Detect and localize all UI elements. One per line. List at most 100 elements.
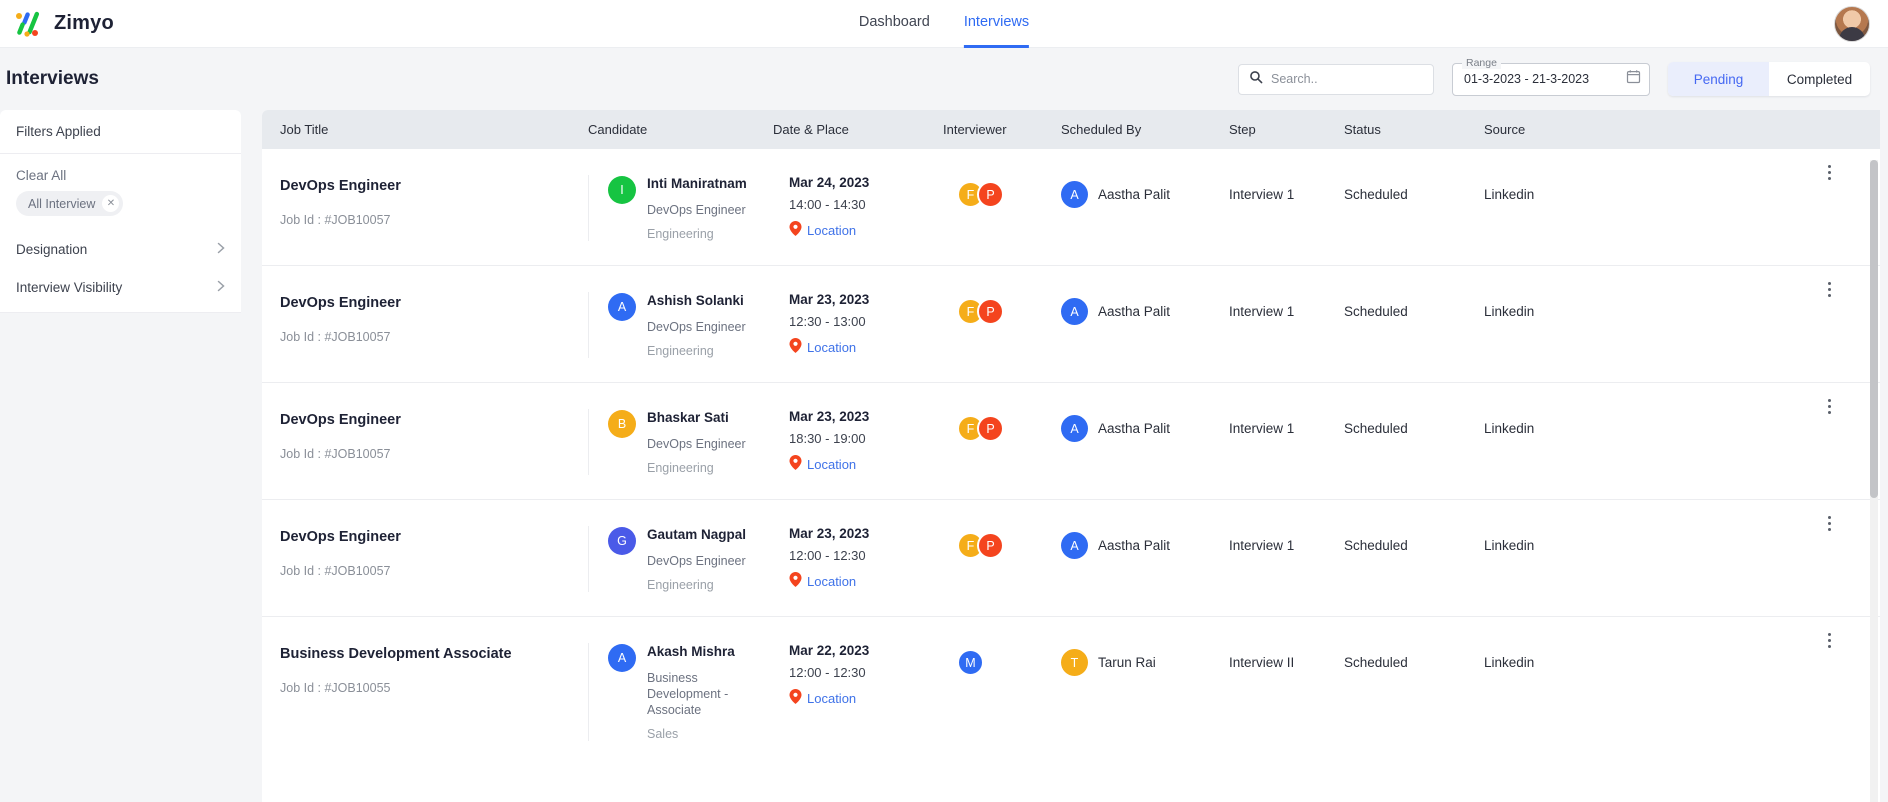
scheduler-name: Aastha Palit (1098, 538, 1170, 553)
toggle-pending[interactable]: Pending (1668, 62, 1769, 96)
brand-name: Zimyo (54, 12, 114, 35)
scheduler-name: Aastha Palit (1098, 421, 1170, 436)
clear-all-button[interactable]: Clear All (0, 154, 241, 183)
scrollbar-thumb[interactable] (1870, 160, 1878, 498)
location-link[interactable]: Location (789, 221, 943, 239)
location-link[interactable]: Location (789, 338, 943, 356)
location-pin-icon (789, 221, 802, 239)
candidate-avatar: A (608, 644, 636, 672)
table-row[interactable]: Business Development Associate Job Id : … (262, 617, 1880, 765)
date-place-cell: Mar 22, 2023 12:00 - 12:30 Location (773, 643, 943, 707)
date-place-cell: Mar 23, 2023 18:30 - 19:00 Location (773, 409, 943, 473)
scheduled-by-cell: A Aastha Palit (1061, 175, 1229, 208)
brand-logo[interactable]: Zimyo (0, 10, 114, 38)
nav-tab-interviews[interactable]: Interviews (964, 0, 1029, 48)
row-actions-menu-icon[interactable] (1820, 631, 1838, 649)
row-actions-menu-icon[interactable] (1820, 280, 1838, 298)
close-icon[interactable]: ✕ (102, 195, 119, 212)
interview-date: Mar 23, 2023 (789, 409, 943, 424)
page-header: Interviews Range 01-3-2023 - 21-3-2023 (0, 48, 1888, 110)
candidate-name: Ashish Solanki (647, 292, 746, 310)
row-actions-menu-icon[interactable] (1820, 163, 1838, 181)
search-box[interactable] (1238, 64, 1434, 95)
column-header-interviewer: Interviewer (943, 122, 1061, 137)
location-pin-icon (789, 572, 802, 590)
candidate-avatar: A (608, 293, 636, 321)
status-value: Scheduled (1344, 643, 1484, 670)
status-toggle-group: Pending Completed (1668, 62, 1870, 96)
row-actions-menu-icon[interactable] (1820, 397, 1838, 415)
filter-chip-all-interview[interactable]: All Interview ✕ (16, 191, 123, 216)
interview-date: Mar 23, 2023 (789, 292, 943, 307)
job-cell: Business Development Associate Job Id : … (262, 643, 588, 695)
interview-date: Mar 24, 2023 (789, 175, 943, 190)
interviewer-cell: FP (943, 292, 1061, 325)
table-row[interactable]: DevOps Engineer Job Id : #JOB10057 I Int… (262, 149, 1880, 266)
job-title: DevOps Engineer (280, 526, 572, 548)
location-link[interactable]: Location (789, 455, 943, 473)
chevron-right-icon (217, 280, 225, 295)
interviewer-cell: FP (943, 409, 1061, 442)
scheduler-avatar: A (1061, 298, 1088, 325)
candidate-department: Engineering (647, 578, 746, 592)
status-value: Scheduled (1344, 409, 1484, 436)
date-place-cell: Mar 24, 2023 14:00 - 14:30 Location (773, 175, 943, 239)
column-header-step: Step (1229, 122, 1344, 137)
range-label: Range (1462, 57, 1501, 69)
column-header-status: Status (1344, 122, 1484, 137)
location-label: Location (807, 691, 856, 706)
date-range-field[interactable]: Range 01-3-2023 - 21-3-2023 (1452, 63, 1650, 96)
step-value: Interview II (1229, 643, 1344, 670)
candidate-department: Engineering (647, 344, 746, 358)
table-row[interactable]: DevOps Engineer Job Id : #JOB10057 G Gau… (262, 500, 1880, 617)
job-id: Job Id : #JOB10055 (280, 681, 572, 695)
search-input[interactable] (1271, 72, 1423, 86)
candidate-cell: B Bhaskar Sati DevOps Engineer Engineeri… (588, 409, 773, 475)
location-link[interactable]: Location (789, 572, 943, 590)
column-header-job-title: Job Title (262, 122, 588, 137)
scheduler-avatar: A (1061, 532, 1088, 559)
user-avatar[interactable] (1834, 6, 1870, 42)
filter-row-label: Designation (16, 242, 87, 257)
calendar-icon[interactable] (1626, 69, 1641, 89)
toggle-completed[interactable]: Completed (1769, 62, 1870, 96)
candidate-department: Sales (647, 727, 773, 741)
interviewer-avatar[interactable]: P (977, 415, 1004, 442)
scheduler-name: Aastha Palit (1098, 304, 1170, 319)
interviewer-avatar[interactable]: P (977, 532, 1004, 559)
job-cell: DevOps Engineer Job Id : #JOB10057 (262, 175, 588, 227)
search-icon (1249, 70, 1263, 89)
location-link[interactable]: Location (789, 689, 943, 707)
filter-row-designation[interactable]: Designation (0, 230, 241, 268)
interviewer-avatar[interactable]: M (957, 649, 984, 676)
column-header-source: Source (1484, 122, 1584, 137)
chevron-right-icon (217, 242, 225, 257)
candidate-department: Engineering (647, 227, 747, 241)
candidate-role: DevOps Engineer (647, 202, 747, 218)
nav-tab-dashboard[interactable]: Dashboard (859, 0, 930, 48)
page-title: Interviews (0, 68, 99, 90)
source-value: Linkedin (1484, 526, 1584, 553)
scheduler-avatar: A (1061, 415, 1088, 442)
scheduler-avatar: A (1061, 181, 1088, 208)
table-row[interactable]: DevOps Engineer Job Id : #JOB10057 B Bha… (262, 383, 1880, 500)
interviewer-cell: FP (943, 526, 1061, 559)
row-actions-menu-icon[interactable] (1820, 514, 1838, 532)
location-pin-icon (789, 455, 802, 473)
vertical-scrollbar[interactable] (1870, 160, 1878, 802)
filter-row-interview-visibility[interactable]: Interview Visibility (0, 268, 241, 306)
location-pin-icon (789, 338, 802, 356)
interviews-table: Job Title Candidate Date & Place Intervi… (262, 110, 1880, 802)
interviewer-avatar[interactable]: P (977, 298, 1004, 325)
candidate-role: DevOps Engineer (647, 553, 746, 569)
interviewer-avatar[interactable]: P (977, 181, 1004, 208)
candidate-role: DevOps Engineer (647, 319, 746, 335)
interview-time: 18:30 - 19:00 (789, 431, 943, 446)
job-title: DevOps Engineer (280, 292, 572, 314)
applied-filter-chips: All Interview ✕ (0, 183, 241, 230)
location-pin-icon (789, 689, 802, 707)
source-value: Linkedin (1484, 292, 1584, 319)
table-row[interactable]: DevOps Engineer Job Id : #JOB10057 A Ash… (262, 266, 1880, 383)
interview-time: 12:00 - 12:30 (789, 548, 943, 563)
job-id: Job Id : #JOB10057 (280, 213, 572, 227)
